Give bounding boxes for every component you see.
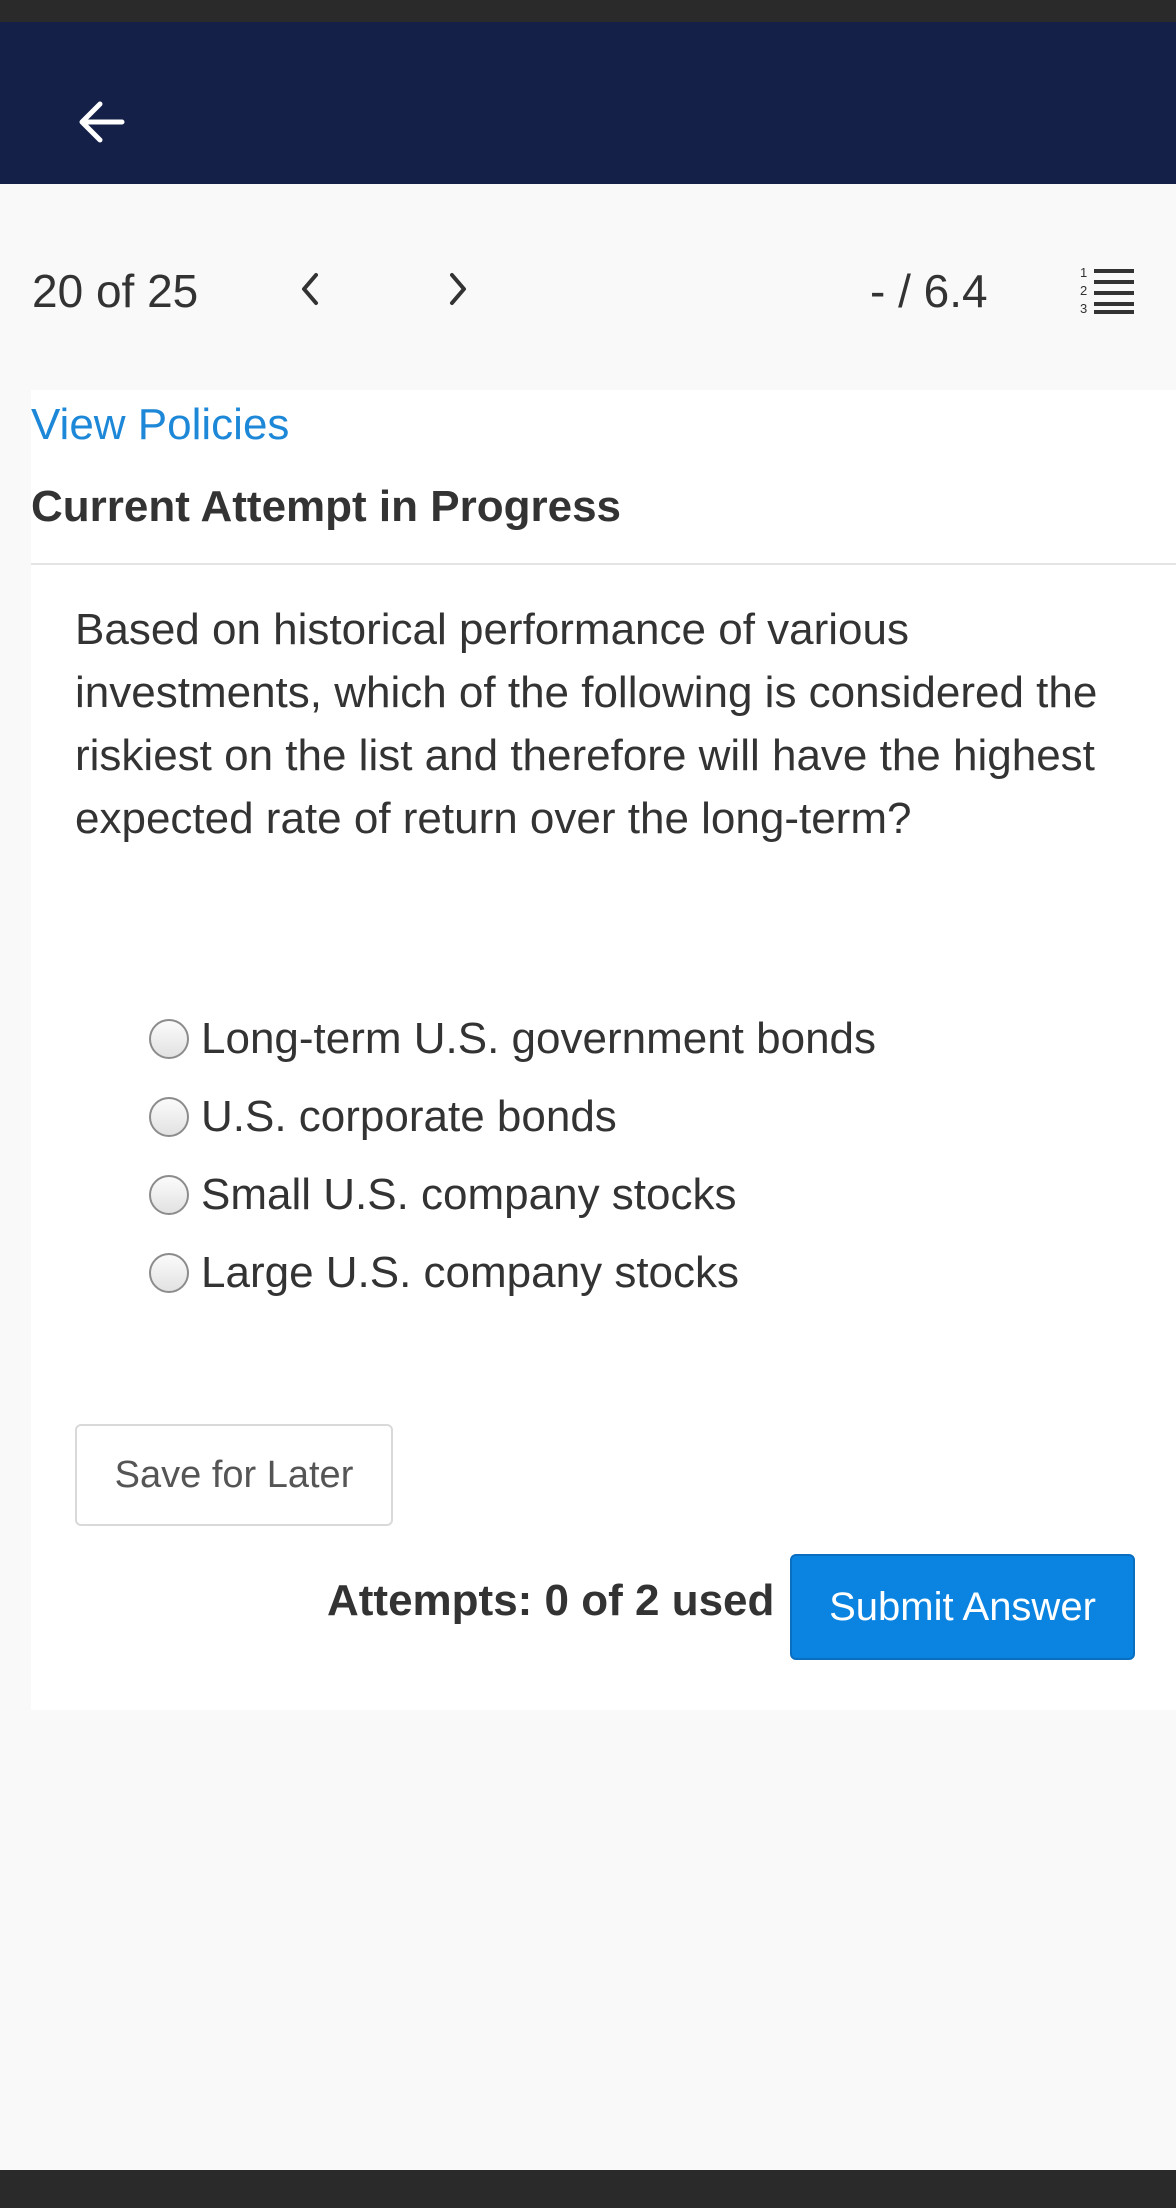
submit-answer-button[interactable]: Submit Answer: [790, 1554, 1135, 1660]
answer-option[interactable]: Large U.S. company stocks: [149, 1234, 876, 1312]
view-policies-link[interactable]: View Policies: [31, 400, 289, 450]
svg-text:1: 1: [1080, 265, 1087, 280]
attempt-status-heading: Current Attempt in Progress: [31, 482, 622, 531]
svg-text:3: 3: [1080, 301, 1087, 316]
question-text: Based on historical performance of vario…: [75, 605, 1098, 843]
question-list-button[interactable]: 1 2 3: [1072, 258, 1138, 324]
option-label: U.S. corporate bonds: [201, 1092, 617, 1141]
save-for-later-button[interactable]: Save for Later: [75, 1424, 393, 1526]
option-label: Large U.S. company stocks: [201, 1248, 740, 1297]
radio-button[interactable]: [149, 1097, 189, 1137]
radio-button[interactable]: [149, 1019, 189, 1059]
previous-question-button[interactable]: [274, 254, 344, 324]
back-button[interactable]: [68, 82, 134, 162]
answer-option[interactable]: U.S. corporate bonds: [149, 1078, 876, 1156]
radio-button[interactable]: [149, 1253, 189, 1293]
arrow-left-icon: [79, 101, 125, 143]
app-header: [0, 22, 1176, 184]
question-counter: 20 of 25: [32, 265, 199, 317]
question-card: View Policies Current Attempt in Progres…: [31, 390, 1176, 1710]
system-nav-bar: [0, 2170, 1176, 2208]
answer-option[interactable]: Small U.S. company stocks: [149, 1156, 876, 1234]
option-label: Long-term U.S. government bonds: [201, 1014, 877, 1063]
next-question-button[interactable]: [424, 254, 494, 324]
score-display: - / 6.4: [870, 265, 988, 317]
numbered-list-icon: 1 2 3: [1080, 265, 1134, 316]
attempts-counter: Attempts: 0 of 2 used: [327, 1576, 775, 1625]
question-nav: 20 of 25 - / 6.4 1 2 3: [0, 250, 1176, 330]
chevron-left-icon: [302, 273, 318, 305]
answer-option[interactable]: Long-term U.S. government bonds: [149, 1000, 876, 1078]
svg-text:2: 2: [1080, 283, 1087, 298]
answer-options: Long-term U.S. government bonds U.S. cor…: [149, 1000, 876, 1312]
radio-button[interactable]: [149, 1175, 189, 1215]
status-bar: [0, 0, 1176, 22]
divider: [31, 563, 1176, 565]
chevron-right-icon: [450, 273, 466, 305]
option-label: Small U.S. company stocks: [201, 1170, 737, 1219]
